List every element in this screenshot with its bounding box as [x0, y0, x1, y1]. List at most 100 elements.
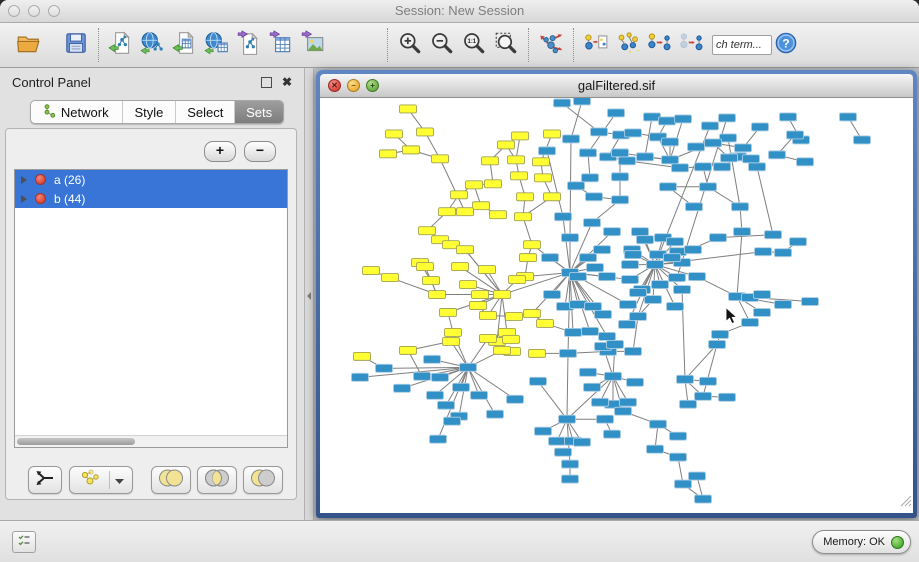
graph-node-blue[interactable] — [599, 273, 616, 281]
graph-node-blue[interactable] — [680, 400, 697, 408]
graph-node-blue[interactable] — [438, 401, 455, 409]
graph-node-yellow[interactable] — [498, 141, 515, 149]
close-panel-icon[interactable]: ✖ — [282, 76, 292, 88]
graph-node-blue[interactable] — [721, 154, 738, 162]
graph-node-blue[interactable] — [769, 151, 786, 159]
graph-node-blue[interactable] — [414, 372, 431, 380]
graph-node-yellow[interactable] — [509, 276, 526, 284]
graph-node-blue[interactable] — [625, 251, 642, 259]
save-session-button[interactable] — [60, 26, 92, 64]
graph-node-yellow[interactable] — [494, 346, 511, 354]
tab-network[interactable]: Network — [31, 101, 123, 123]
graph-node-blue[interactable] — [667, 303, 684, 311]
graph-node-yellow[interactable] — [490, 211, 507, 219]
frame-close-icon[interactable]: ✕ — [328, 79, 341, 92]
graph-node-yellow[interactable] — [479, 266, 496, 274]
graph-node-blue[interactable] — [854, 136, 871, 144]
graph-node-yellow[interactable] — [466, 181, 483, 189]
graph-node-yellow[interactable] — [537, 319, 554, 327]
import-network-url-button[interactable] — [137, 26, 169, 64]
network-canvas[interactable] — [320, 98, 913, 513]
graph-node-yellow[interactable] — [386, 130, 403, 138]
graph-node-blue[interactable] — [595, 310, 612, 318]
graph-node-yellow[interactable] — [419, 227, 436, 235]
graph-node-blue[interactable] — [720, 134, 737, 142]
graph-node-yellow[interactable] — [544, 130, 561, 138]
graph-node-blue[interactable] — [584, 383, 601, 391]
graph-node-blue[interactable] — [734, 228, 751, 236]
graph-node-blue[interactable] — [677, 375, 694, 383]
import-table-file-button[interactable] — [169, 26, 201, 64]
graph-node-blue[interactable] — [689, 472, 706, 480]
graph-node-blue[interactable] — [714, 163, 731, 171]
graph-node-yellow[interactable] — [515, 213, 532, 221]
graph-node-blue[interactable] — [660, 183, 677, 191]
graph-node-blue[interactable] — [580, 254, 597, 262]
graph-node-blue[interactable] — [710, 234, 727, 242]
export-image-button[interactable] — [297, 26, 329, 64]
graph-node-blue[interactable] — [568, 182, 585, 190]
zoom-fit-selected-button[interactable] — [490, 26, 522, 64]
graph-node-yellow[interactable] — [403, 146, 420, 154]
graph-node-blue[interactable] — [670, 432, 687, 440]
graph-node-blue[interactable] — [574, 438, 591, 446]
graph-node-blue[interactable] — [754, 291, 771, 299]
graph-node-blue[interactable] — [562, 234, 579, 242]
graph-node-yellow[interactable] — [480, 334, 497, 342]
scrollbar-thumb[interactable] — [17, 438, 135, 445]
export-table-button[interactable] — [265, 26, 297, 64]
import-network-file-button[interactable] — [105, 26, 137, 64]
graph-node-blue[interactable] — [754, 308, 771, 316]
graph-node-blue[interactable] — [562, 460, 579, 468]
graph-node-blue[interactable] — [752, 123, 769, 131]
import-table-url-button[interactable] — [201, 26, 233, 64]
graph-node-yellow[interactable] — [508, 156, 525, 164]
create-set-from-network-button[interactable] — [69, 466, 133, 494]
graph-node-blue[interactable] — [560, 349, 577, 357]
graph-node-blue[interactable] — [604, 228, 621, 236]
graph-node-yellow[interactable] — [472, 291, 489, 299]
graph-node-blue[interactable] — [539, 147, 556, 155]
graph-node-blue[interactable] — [620, 398, 637, 406]
task-history-button[interactable] — [12, 531, 36, 553]
graph-node-blue[interactable] — [444, 417, 461, 425]
disclosure-triangle-icon[interactable] — [21, 195, 27, 203]
graph-node-blue[interactable] — [662, 138, 679, 146]
graph-node-yellow[interactable] — [535, 174, 552, 182]
open-session-button[interactable] — [12, 26, 44, 64]
graph-node-yellow[interactable] — [533, 158, 550, 166]
graph-node-blue[interactable] — [615, 407, 632, 415]
graph-node-blue[interactable] — [647, 261, 664, 269]
graph-node-blue[interactable] — [625, 129, 642, 137]
graph-node-blue[interactable] — [644, 113, 661, 121]
frame-maximize-icon[interactable]: + — [366, 79, 379, 92]
graph-node-blue[interactable] — [669, 274, 686, 282]
graph-node-yellow[interactable] — [382, 274, 399, 282]
graph-node-blue[interactable] — [664, 254, 681, 262]
graph-node-blue[interactable] — [607, 340, 624, 348]
set-intersection-button[interactable] — [197, 466, 237, 494]
resize-grip-icon[interactable] — [899, 494, 912, 512]
graph-node-blue[interactable] — [775, 249, 792, 257]
graph-node-yellow[interactable] — [445, 328, 462, 336]
graph-node-blue[interactable] — [619, 157, 636, 165]
apply-preferred-layout-button[interactable] — [535, 26, 567, 64]
add-set-button[interactable]: + — [204, 141, 236, 162]
graph-node-yellow[interactable] — [417, 128, 434, 136]
graph-node-blue[interactable] — [424, 355, 441, 363]
zoom-out-button[interactable] — [426, 26, 458, 64]
graph-node-yellow[interactable] — [506, 312, 523, 320]
graph-node-blue[interactable] — [695, 392, 712, 400]
graph-node-blue[interactable] — [586, 193, 603, 201]
graph-node-yellow[interactable] — [524, 241, 541, 249]
graph-node-blue[interactable] — [659, 117, 676, 125]
graph-node-blue[interactable] — [625, 347, 642, 355]
graph-node-blue[interactable] — [742, 318, 759, 326]
graph-node-blue[interactable] — [591, 128, 608, 136]
graph-node-blue[interactable] — [705, 139, 722, 147]
graph-node-blue[interactable] — [612, 173, 629, 181]
graph-node-yellow[interactable] — [470, 302, 487, 310]
graph-node-yellow[interactable] — [354, 352, 371, 360]
graph-node-yellow[interactable] — [544, 193, 561, 201]
graph-node-yellow[interactable] — [423, 277, 440, 285]
